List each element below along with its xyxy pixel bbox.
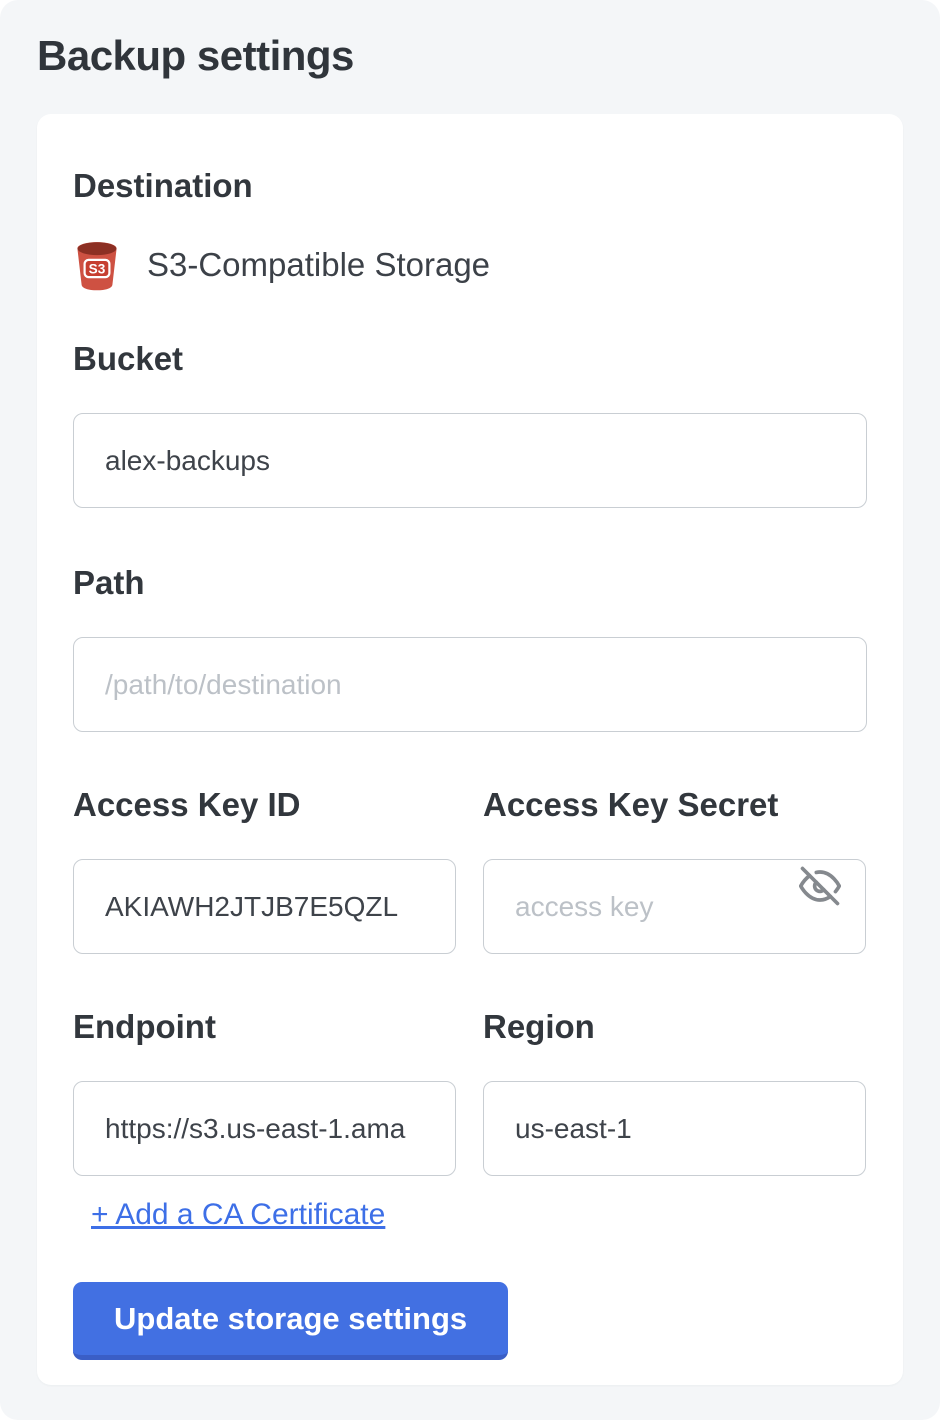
region-label: Region [483,1009,866,1045]
endpoint-region-inputs-row [73,1045,867,1176]
destination-value: S3-Compatible Storage [147,246,490,284]
region-input[interactable] [483,1081,866,1176]
submit-row: Update storage settings [73,1232,867,1360]
endpoint-region-labels-row: Endpoint Region [73,1009,867,1045]
backup-settings-card: Destination S3 S3-Compatible Storage Buc… [37,114,903,1385]
endpoint-input[interactable] [73,1081,456,1176]
s3-bucket-icon: S3 [73,239,121,292]
eye-off-icon [799,865,841,907]
endpoint-label: Endpoint [73,1009,456,1045]
svg-text:S3: S3 [89,261,106,276]
endpoint-field [73,1045,456,1176]
access-key-labels-row: Access Key ID Access Key Secret [73,787,867,823]
region-field [483,1045,866,1176]
destination-row: S3 S3-Compatible Storage [73,237,867,293]
page-title: Backup settings [37,34,903,78]
path-label: Path [73,565,867,601]
backup-settings-page: Backup settings Destination S3 S3-Compat… [0,0,940,1420]
access-key-id-input[interactable] [73,859,456,954]
access-key-id-field [73,823,456,954]
update-storage-settings-button[interactable]: Update storage settings [73,1282,508,1360]
add-ca-certificate-link[interactable]: + Add a CA Certificate [91,1198,385,1232]
bucket-label: Bucket [73,341,867,377]
access-key-secret-field [483,823,866,954]
access-key-secret-label: Access Key Secret [483,787,866,823]
bucket-input[interactable] [73,413,867,508]
access-key-inputs-row [73,823,867,954]
toggle-secret-visibility-button[interactable] [796,862,844,910]
destination-label: Destination [73,168,867,204]
path-input[interactable] [73,637,867,732]
access-key-id-label: Access Key ID [73,787,456,823]
